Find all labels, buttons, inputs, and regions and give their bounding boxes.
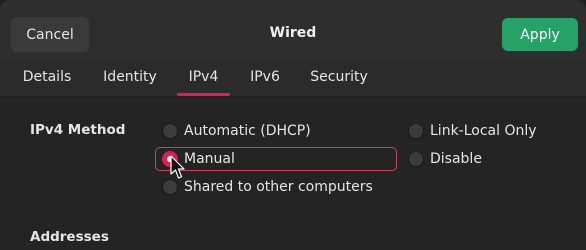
dialog-title: Wired [269, 25, 317, 41]
mouse-pointer-icon [170, 155, 185, 179]
header-bar: Cancel Wired Apply [0, 0, 586, 60]
radio-indicator[interactable] [162, 123, 178, 139]
tab-ipv4[interactable]: IPv4 [177, 60, 230, 96]
radio-shared[interactable]: Shared to other computers [162, 176, 373, 198]
radio-automatic-dhcp[interactable]: Automatic (DHCP) [162, 120, 311, 142]
ipv4-settings-panel: IPv4 Method Automatic (DHCP) Manual Shar… [0, 97, 586, 250]
radio-label: Manual [184, 151, 235, 167]
radio-disable[interactable]: Disable [408, 148, 482, 170]
tab-details[interactable]: Details [14, 60, 80, 96]
radio-label: Shared to other computers [184, 179, 373, 195]
radio-label: Link-Local Only [430, 123, 537, 139]
radio-indicator[interactable] [162, 179, 178, 195]
ipv4-method-label: IPv4 Method [30, 122, 126, 138]
radio-label: Disable [430, 151, 482, 167]
radio-indicator[interactable] [408, 151, 424, 167]
tab-bar: Details Identity IPv4 IPv6 Security [0, 60, 586, 97]
radio-link-local[interactable]: Link-Local Only [408, 120, 537, 142]
tab-ipv6[interactable]: IPv6 [242, 60, 288, 96]
addresses-label: Addresses [30, 229, 109, 245]
tab-security[interactable]: Security [303, 60, 375, 96]
tab-identity[interactable]: Identity [96, 60, 164, 96]
radio-indicator[interactable] [408, 123, 424, 139]
radio-label: Automatic (DHCP) [184, 123, 311, 139]
dialog-window: Cancel Wired Apply Details Identity IPv4… [0, 0, 586, 250]
apply-button[interactable]: Apply [502, 18, 578, 51]
